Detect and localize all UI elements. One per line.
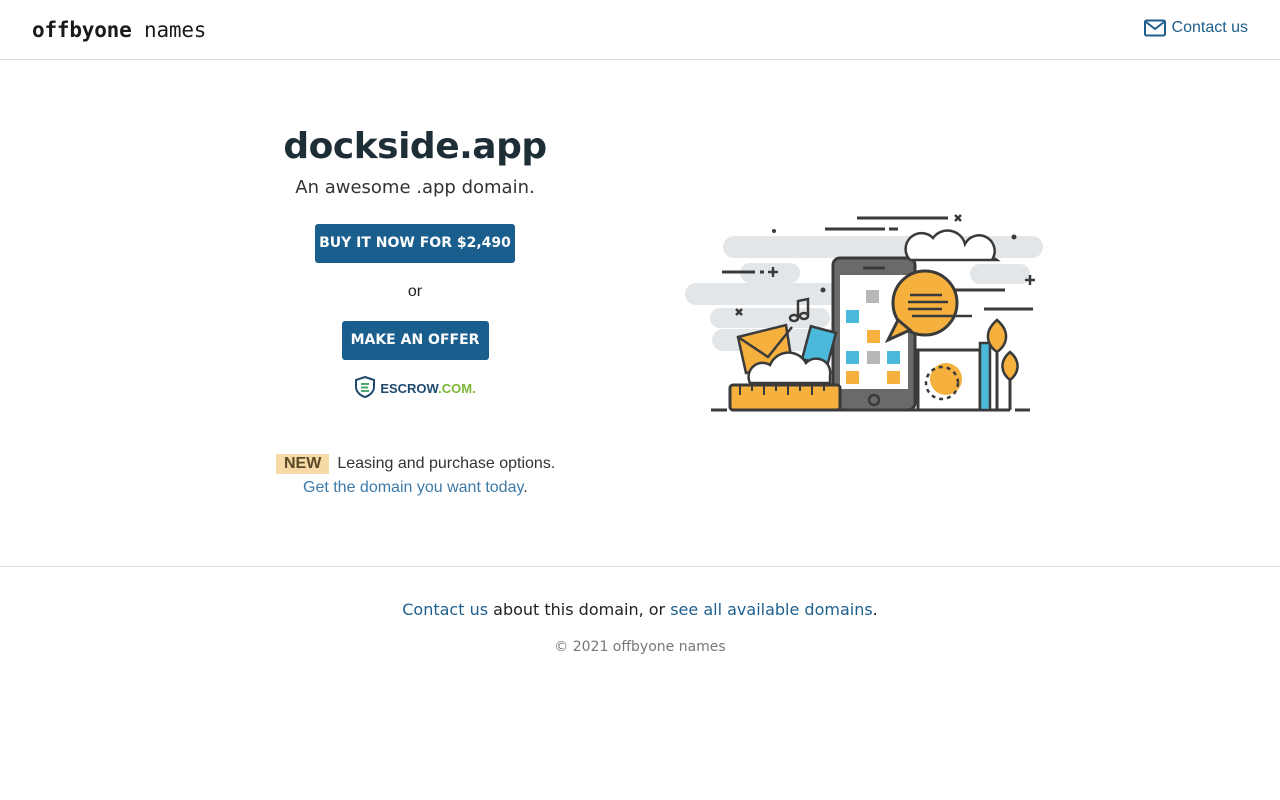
or-separator: or bbox=[407, 283, 423, 300]
escrow-text-main: ESCROW bbox=[380, 381, 439, 396]
promo-link-suffix: . bbox=[523, 479, 528, 496]
promo-link[interactable]: Get the domain you want today bbox=[303, 479, 523, 496]
hero-illustration bbox=[680, 205, 1050, 420]
site-header: offbyone names Contact us bbox=[0, 0, 1280, 60]
domain-name: dockside.app bbox=[283, 126, 547, 167]
logo-light-text: names bbox=[144, 18, 207, 42]
footer-middle-text: about this domain, or bbox=[488, 600, 671, 619]
promo-description: Leasing and purchase options. bbox=[337, 455, 556, 472]
site-logo[interactable]: offbyone names bbox=[32, 18, 206, 42]
make-offer-button[interactable]: MAKE AN OFFER bbox=[341, 321, 489, 360]
footer-contact-line: Contact us about this domain, or see all… bbox=[0, 600, 1280, 619]
escrow-logo: ESCROW.COM. bbox=[354, 375, 476, 401]
site-footer: Contact us about this domain, or see all… bbox=[0, 566, 1280, 655]
mail-icon bbox=[1143, 19, 1166, 37]
promo-block: NEW Leasing and purchase options. Get th… bbox=[276, 454, 576, 497]
contact-label: Contact us bbox=[1171, 19, 1248, 36]
domain-offer-panel: dockside.app An awesome .app domain. BUY… bbox=[255, 120, 575, 402]
shield-icon bbox=[354, 375, 376, 401]
footer-domains-link[interactable]: see all available domains bbox=[670, 600, 872, 619]
footer-contact-link[interactable]: Contact us bbox=[402, 600, 488, 619]
new-badge: NEW bbox=[276, 454, 330, 474]
header-contact-link[interactable]: Contact us bbox=[1143, 19, 1248, 37]
copyright: © 2021 offbyone names bbox=[554, 639, 726, 655]
footer-end-text: . bbox=[872, 600, 878, 619]
escrow-text-suffix: .COM. bbox=[438, 381, 476, 396]
logo-bold-text: offbyone bbox=[32, 18, 132, 42]
domain-tagline: An awesome .app domain. bbox=[295, 177, 535, 198]
buy-now-button[interactable]: BUY IT NOW FOR $2,490 bbox=[315, 224, 515, 263]
